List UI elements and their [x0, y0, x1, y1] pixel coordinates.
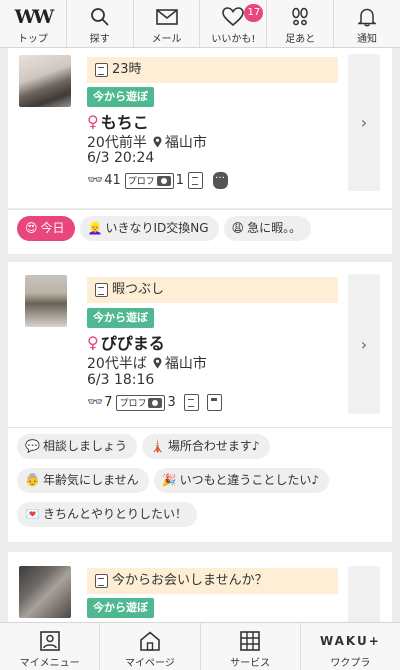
post-datetime: 6/3 18:16 — [87, 372, 155, 388]
post-card[interactable]: 暇つぶし 今から遊ぼ ♀ ぴぴまる 20代半ば 福山市 6/3 18:16 👓 7 プ… — [8, 262, 392, 427]
post-detail-arrow[interactable]: › — [348, 54, 380, 191]
post-card[interactable]: 23時 今から遊ぼ ♀ もちこ 20代前半 福山市 6/3 20:24 👓 41 プロ… — [8, 48, 392, 208]
bottom-service-label: サービス — [230, 658, 271, 669]
post-stats: 👓 41 プロフ 1 — [87, 170, 229, 189]
binoculars-icon: 👓 — [87, 395, 104, 410]
user-photo[interactable] — [19, 566, 71, 618]
tag: 👵 年齢気にしません — [17, 468, 149, 493]
post-datetime: 6/3 20:24 — [87, 150, 155, 166]
tag: 🗼 場所合わせます♪ — [141, 434, 270, 459]
bottom-wakupura[interactable]: WAKU+ ワクプラ — [301, 623, 400, 670]
logo-ww-icon: WW — [14, 6, 55, 28]
tag: 👱‍♀️ いきなりID交換NG — [79, 216, 219, 241]
post-detail-arrow[interactable]: › — [348, 274, 380, 414]
tag: 😩 急に暇。。 — [223, 216, 312, 241]
bottom-mypage[interactable]: マイページ — [100, 623, 201, 670]
post-memo: 23時 — [87, 57, 338, 83]
nav-footprint-label: 足あと — [285, 34, 316, 45]
user-name: ♀ もちこ — [87, 111, 149, 133]
bottom-service[interactable]: サービス — [201, 623, 301, 670]
memo-doc-icon — [95, 63, 108, 77]
profile-doc-icon — [183, 394, 199, 411]
post-stats: 👓 7 プロフ 3 — [87, 394, 222, 411]
nav-mail[interactable]: メール — [134, 0, 201, 47]
tag: 💬 相談しましょう — [17, 434, 137, 459]
post-detail-arrow[interactable] — [348, 566, 380, 622]
nav-iikamo-label: いいかも! — [211, 34, 256, 45]
mail-icon — [155, 6, 178, 28]
location-pin-icon — [153, 136, 162, 148]
wakuplus-icon: WAKU+ — [319, 634, 381, 648]
user-photo[interactable] — [19, 55, 71, 107]
memo-doc-icon — [95, 283, 108, 297]
nav-search-label: 探す — [89, 34, 110, 45]
tag: 🎉 いつもと違うことしたい♪ — [153, 468, 329, 493]
user-profile-line: 20代半ば 福山市 — [87, 356, 207, 372]
bell-icon — [358, 6, 377, 28]
grid-icon — [240, 631, 260, 651]
post-tags: 💬 相談しましょう 🗼 場所合わせます♪ 👵 年齢気にしません 🎉 いつもと違うことした… — [8, 428, 392, 542]
proff-photo-badge: プロフ — [124, 172, 174, 189]
chat-icon — [213, 170, 229, 189]
bottom-mymenu-label: マイメニュー — [19, 658, 80, 669]
chevron-right-icon: › — [360, 334, 368, 354]
post-memo: 暇つぶし — [87, 277, 338, 303]
iikamo-count-badge: 17 — [244, 4, 264, 22]
profile-doc-icon — [188, 172, 204, 189]
memo-doc-icon — [95, 574, 108, 588]
user-icon — [39, 631, 60, 651]
footprint-icon — [290, 6, 310, 28]
post-card[interactable]: 今からお会いしませんか？ 今から遊ぼ — [8, 552, 392, 622]
binoculars-icon: 👓 — [87, 173, 104, 188]
nav-footprint[interactable]: 足あと — [267, 0, 335, 47]
user-name: ♀ ぴぴまる — [87, 332, 165, 354]
camera-icon — [156, 175, 171, 186]
nav-mail-label: メール — [151, 34, 182, 45]
bottom-mypage-label: マイページ — [124, 658, 175, 669]
post-tags: 😍 今日 👱‍♀️ いきなりID交換NG 😩 急に暇。。 — [8, 210, 392, 254]
nav-top-label: トップ — [17, 34, 48, 45]
camera-icon — [148, 397, 163, 408]
nav-top[interactable]: WW トップ — [0, 0, 67, 47]
heart-icon — [222, 6, 245, 28]
nav-search[interactable]: 探す — [67, 0, 134, 47]
home-icon — [139, 631, 161, 651]
female-icon: ♀ — [87, 111, 99, 131]
bottom-nav: マイメニュー マイページ サービス WAKU+ ワクプラ — [0, 622, 400, 670]
search-icon — [90, 6, 110, 28]
top-nav: WW トップ 探す メール 17 いいかも! 足あと 通知 — [0, 0, 400, 48]
female-icon: ♀ — [87, 332, 99, 352]
chevron-right-icon: › — [360, 113, 368, 132]
nav-iikamo[interactable]: 17 いいかも! — [200, 0, 268, 47]
post-list: 23時 今から遊ぼ ♀ もちこ 20代前半 福山市 6/3 20:24 👓 41 プロ… — [0, 48, 400, 622]
post-memo: 今からお会いしませんか？ — [87, 568, 338, 594]
proff-photo-badge: プロフ — [116, 394, 166, 411]
asobo-badge: 今から遊ぼ — [87, 308, 154, 328]
nav-notify-label: 通知 — [357, 34, 378, 45]
calculator-icon — [206, 394, 222, 411]
bottom-mymenu[interactable]: マイメニュー — [0, 623, 101, 670]
asobo-badge: 今から遊ぼ — [87, 598, 154, 618]
bottom-wakupura-label: ワクプラ — [330, 658, 371, 669]
user-photo[interactable] — [25, 275, 67, 327]
location-pin-icon — [153, 357, 162, 369]
user-profile-line: 20代前半 福山市 — [87, 135, 207, 151]
tag: 💌 きちんとやりとりしたい！ — [17, 502, 197, 527]
nav-notify[interactable]: 通知 — [334, 0, 400, 47]
asobo-badge: 今から遊ぼ — [87, 87, 154, 107]
tag: 😍 今日 — [17, 216, 75, 241]
